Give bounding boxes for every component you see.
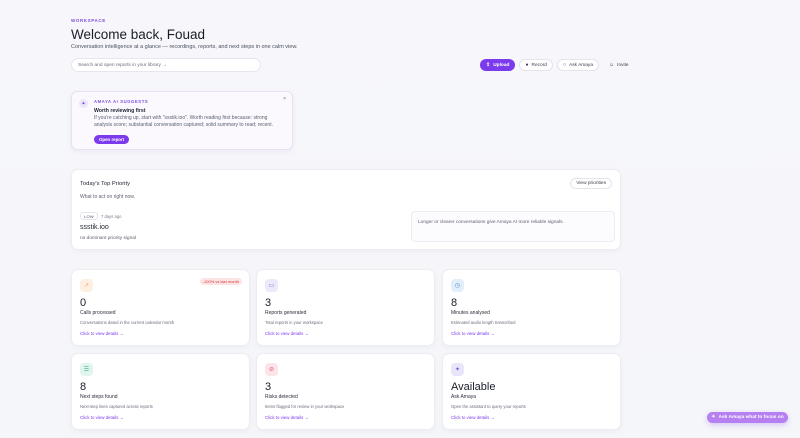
stat-value: 0	[80, 297, 87, 309]
stat-card-next-steps[interactable]: ☰ 8 Next steps found Next-step lines cap…	[71, 353, 250, 430]
ask-amaya-button[interactable]: ○ Ask Amaya	[556, 59, 599, 71]
stat-description: Items flagged for review in your workspa…	[265, 404, 345, 409]
sparkle-icon: ✦	[451, 363, 464, 376]
stat-card-ask-amaya[interactable]: ✦ Available Ask Amaya Open the assistant…	[442, 353, 621, 430]
search-placeholder: Search and open reports in your library …	[78, 62, 168, 68]
sparkle-icon: ✦	[79, 99, 88, 108]
priority-subtitle: What to act on right now.	[80, 194, 136, 200]
priority-hint: Longer or clearer conversations give Ama…	[411, 211, 615, 242]
stat-card-risks[interactable]: ⊘ 3 Risks detected Items flagged for rev…	[256, 353, 435, 430]
stat-value: 3	[265, 297, 272, 309]
clock-icon: ◷	[451, 279, 464, 292]
priority-note: no dominant priority signal	[80, 236, 136, 241]
record-label: Record	[531, 62, 547, 68]
ai-suggestion-card: ✦ AMAYA AI SUGGESTS × Worth reviewing fi…	[71, 91, 293, 150]
stat-name: Calls processed	[80, 310, 116, 316]
page-eyebrow: WORKSPACE	[71, 18, 106, 23]
priority-report-name[interactable]: ssstik.ioo	[80, 224, 109, 231]
upload-button[interactable]: ⇪ Upload	[480, 59, 516, 71]
stat-value: 3	[265, 381, 272, 393]
view-details-link[interactable]: Click to view details →	[265, 415, 309, 420]
stat-name: Ask Amaya	[451, 394, 477, 400]
view-priorities-button[interactable]: View priorities	[570, 178, 612, 189]
suggestion-body: If you're catching up, start with "sssti…	[94, 115, 273, 128]
fab-label: Ask Amaya what to focus on	[718, 415, 784, 420]
record-button[interactable]: ● Record	[519, 59, 553, 71]
search-input[interactable]: Search and open reports in your library …	[71, 58, 261, 72]
stat-description: Estimated audio length transcribed	[451, 320, 516, 325]
view-details-link[interactable]: Click to view details →	[265, 331, 309, 336]
view-details-link[interactable]: Click to view details →	[80, 331, 124, 336]
stat-card-calls[interactable]: ↗ -100% vs last month 0 Calls processed …	[71, 269, 250, 346]
suggestion-title: Worth reviewing first	[94, 108, 146, 114]
chat-icon: ○	[562, 61, 566, 68]
upload-icon: ⇪	[486, 61, 491, 68]
stat-name: Risks detected	[265, 394, 298, 400]
stat-value: Available	[451, 381, 496, 393]
stat-card-reports[interactable]: ▭ 3 Reports generated Total reports in y…	[256, 269, 435, 346]
ask-amaya-fab[interactable]: ✦ Ask Amaya what to focus on	[707, 412, 788, 423]
change-badge: -100% vs last month	[199, 278, 242, 285]
invite-button[interactable]: ☺ Invite	[603, 59, 635, 71]
view-details-link[interactable]: Click to view details →	[80, 415, 124, 420]
stat-name: Reports generated	[265, 310, 307, 316]
stat-name: Minutes analysed	[451, 310, 490, 316]
priority-title: Today's Top Priority	[80, 181, 130, 187]
page-title: Welcome back, Fouad	[71, 27, 206, 42]
top-priority-panel: Today's Top Priority What to act on righ…	[71, 169, 621, 250]
stat-value: 8	[451, 297, 458, 309]
page-subtitle: Conversation intelligence at a glance — …	[71, 44, 298, 50]
ask-amaya-label: Ask Amaya	[569, 62, 593, 68]
action-bar: ⇪ Upload ● Record ○ Ask Amaya ☺ Invite	[480, 59, 635, 71]
stat-name: Next steps found	[80, 394, 118, 400]
stat-description: Open the assistant to query your reports	[451, 404, 526, 409]
stat-description: Next-step lines captured across reports	[80, 404, 153, 409]
person-icon: ☺	[609, 61, 615, 68]
trend-icon: ↗	[80, 279, 93, 292]
priority-level-badge: LOW	[80, 212, 99, 220]
list-icon: ☰	[80, 363, 93, 376]
suggestion-label: AMAYA AI SUGGESTS	[94, 99, 149, 104]
invite-label: Invite	[617, 62, 629, 68]
stat-card-minutes[interactable]: ◷ 8 Minutes analysed Estimated audio len…	[442, 269, 621, 346]
open-report-button[interactable]: Open report	[94, 135, 130, 144]
microphone-icon: ●	[525, 61, 529, 68]
close-icon[interactable]: ×	[283, 96, 286, 102]
priority-timestamp: 7 days ago	[101, 214, 122, 219]
stat-value: 8	[80, 381, 87, 393]
report-icon: ▭	[265, 279, 278, 292]
stat-description: Conversations dated in the current calen…	[80, 320, 175, 325]
alert-icon: ⊘	[265, 363, 278, 376]
sparkle-icon: ✦	[711, 414, 716, 420]
stat-description: Total reports in your workspace	[265, 320, 323, 325]
upload-label: Upload	[493, 62, 510, 68]
view-details-link[interactable]: Click to view details →	[451, 415, 495, 420]
view-details-link[interactable]: Click to view details →	[451, 331, 495, 336]
